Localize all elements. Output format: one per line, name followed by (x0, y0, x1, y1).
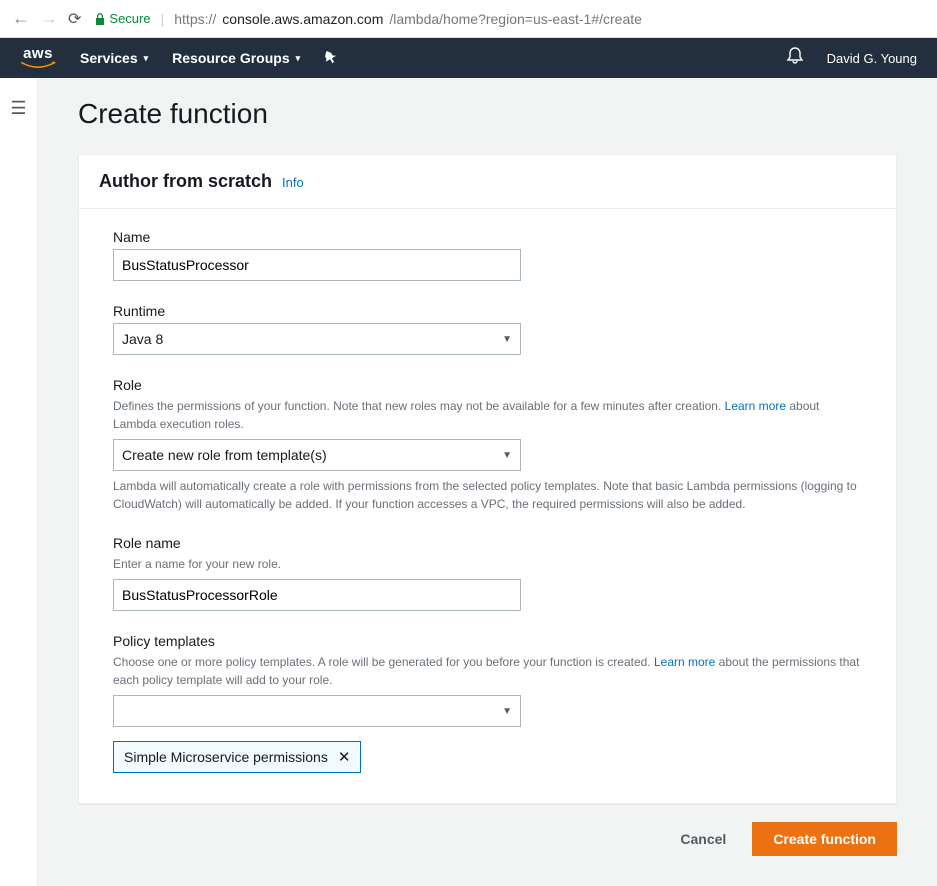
browser-toolbar: ← → ⟳ Secure | https:// console.aws.amazo… (0, 0, 937, 38)
lock-icon (95, 13, 105, 25)
address-bar[interactable]: Secure | https:// console.aws.amazon.com /… (91, 11, 925, 27)
page-title: Create function (78, 98, 897, 130)
role-select[interactable]: Create new role from template(s) ▼ (113, 439, 521, 471)
policy-chip: Simple Microservice permissions ✕ (113, 741, 361, 773)
policy-chip-label: Simple Microservice permissions (124, 749, 328, 765)
chevron-down-icon: ▾ (144, 53, 149, 64)
pin-icon[interactable] (324, 50, 336, 67)
back-arrow-icon[interactable]: ← (12, 8, 30, 29)
side-panel-toggle: ☰ (0, 78, 38, 886)
url-host: console.aws.amazon.com (222, 11, 383, 27)
forward-arrow-icon[interactable]: → (40, 8, 58, 29)
hamburger-icon[interactable]: ☰ (10, 98, 26, 118)
dropdown-icon: ▼ (502, 706, 512, 717)
name-input[interactable] (113, 249, 521, 281)
nav-user[interactable]: David G. Young (827, 51, 917, 66)
role-description: Defines the permissions of your function… (113, 397, 862, 433)
reload-icon[interactable]: ⟳ (68, 9, 81, 29)
runtime-value: Java 8 (122, 331, 163, 347)
secure-label: Secure (109, 11, 150, 26)
secure-indicator: Secure (95, 11, 150, 26)
role-learn-more-link[interactable]: Learn more (725, 399, 786, 413)
cancel-button[interactable]: Cancel (668, 823, 738, 855)
panel-header: Author from scratch Info (79, 155, 896, 209)
panel-header-title: Author from scratch (99, 171, 272, 192)
bell-icon[interactable] (787, 47, 803, 70)
url-separator: | (161, 11, 165, 27)
dropdown-icon: ▼ (502, 450, 512, 461)
runtime-label: Runtime (113, 303, 862, 319)
footer-actions: Cancel Create function (78, 804, 897, 856)
policy-desc-pre: Choose one or more policy templates. A r… (113, 655, 654, 669)
url-path: /lambda/home?region=us-east-1#/create (389, 11, 642, 27)
content: Create function Author from scratch Info… (38, 78, 937, 886)
form-group-role-name: Role name Enter a name for your new role… (113, 535, 862, 611)
nav-services[interactable]: Services ▾ (80, 50, 148, 66)
policy-desc: Choose one or more policy templates. A r… (113, 653, 862, 689)
form-group-runtime: Runtime Java 8 ▼ (113, 303, 862, 355)
main-area: ☰ Create function Author from scratch In… (0, 78, 937, 886)
role-name-desc: Enter a name for your new role. (113, 555, 862, 573)
role-label: Role (113, 377, 862, 393)
info-link[interactable]: Info (282, 175, 304, 190)
role-name-label: Role name (113, 535, 862, 551)
nav-resource-groups-label: Resource Groups (172, 50, 289, 66)
form-group-policy: Policy templates Choose one or more poli… (113, 633, 862, 773)
policy-learn-more-link[interactable]: Learn more (654, 655, 715, 669)
chevron-down-icon: ▾ (296, 53, 301, 64)
role-desc-pre: Defines the permissions of your function… (113, 399, 725, 413)
aws-top-nav: aws Services ▾ Resource Groups ▾ David G… (0, 38, 937, 78)
role-after-desc: Lambda will automatically create a role … (113, 477, 862, 513)
nav-services-label: Services (80, 50, 138, 66)
aws-logo-text: aws (23, 46, 53, 61)
dropdown-icon: ▼ (502, 334, 512, 345)
policy-select[interactable]: ▼ (113, 695, 521, 727)
create-function-button[interactable]: Create function (752, 822, 897, 856)
aws-smile-icon (20, 61, 56, 71)
form-group-name: Name (113, 229, 862, 281)
author-panel: Author from scratch Info Name Runtime Ja… (78, 154, 897, 804)
close-icon[interactable]: ✕ (338, 748, 351, 766)
url-scheme: https:// (174, 11, 216, 27)
form-group-role: Role Defines the permissions of your fun… (113, 377, 862, 513)
panel-body: Name Runtime Java 8 ▼ Role Defines the p… (79, 209, 896, 803)
role-name-input[interactable] (113, 579, 521, 611)
aws-logo[interactable]: aws (20, 46, 56, 71)
role-value: Create new role from template(s) (122, 447, 327, 463)
nav-resource-groups[interactable]: Resource Groups ▾ (172, 50, 300, 66)
name-label: Name (113, 229, 862, 245)
runtime-select[interactable]: Java 8 ▼ (113, 323, 521, 355)
policy-label: Policy templates (113, 633, 862, 649)
